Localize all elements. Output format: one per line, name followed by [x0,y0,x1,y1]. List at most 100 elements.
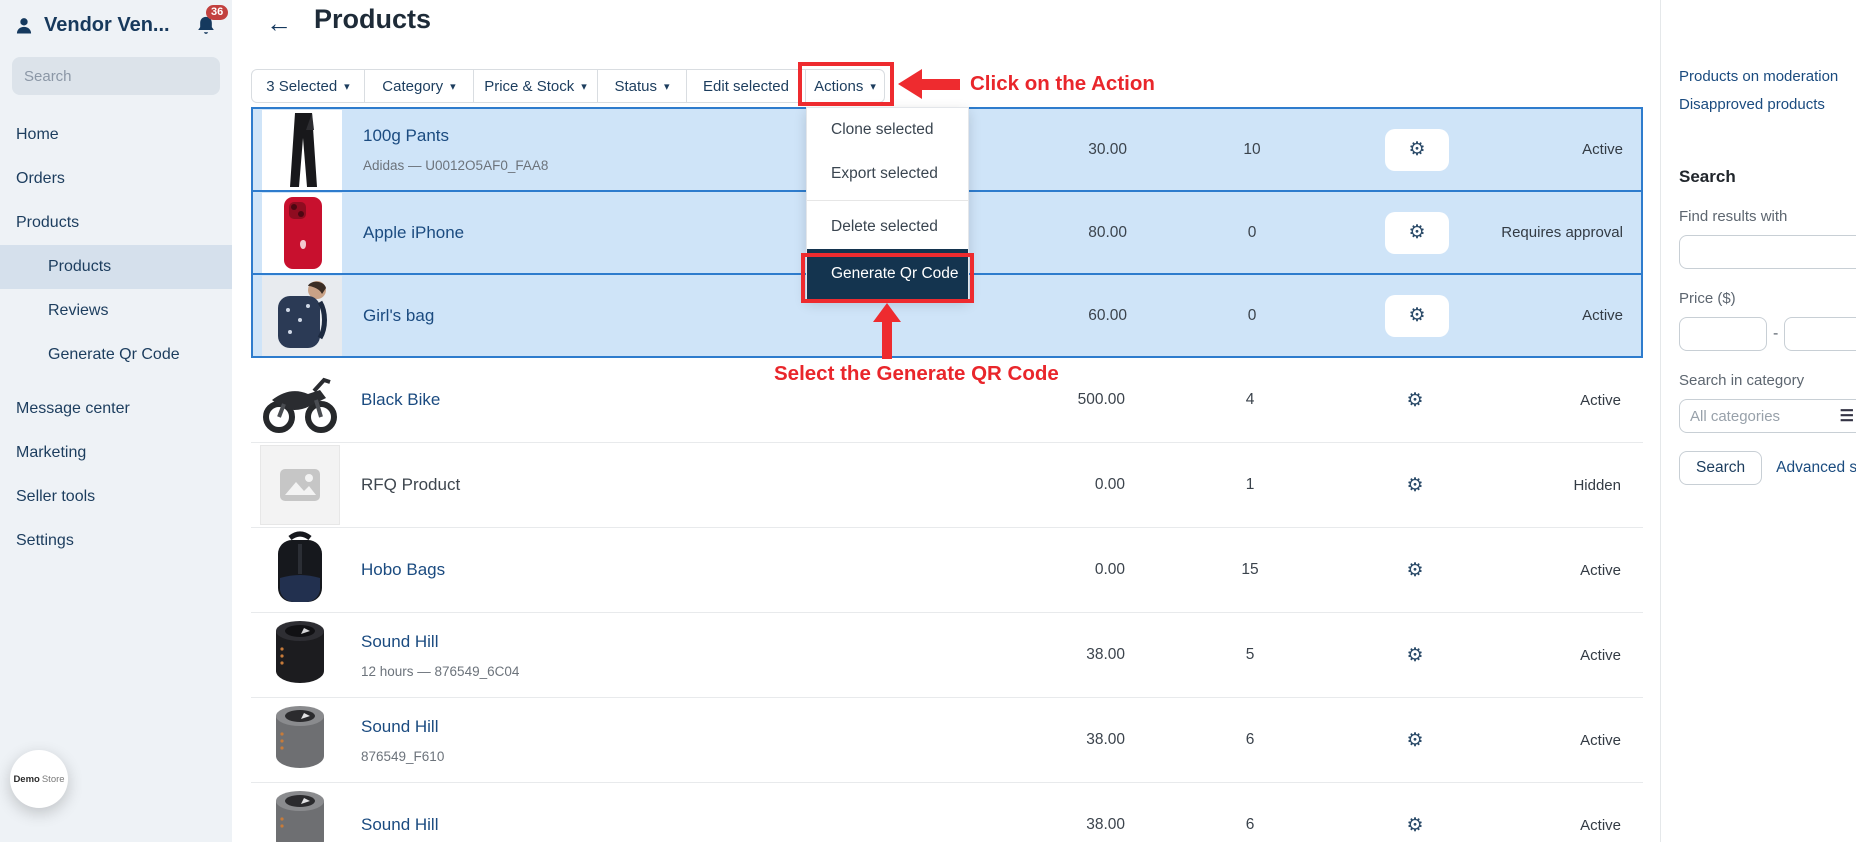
annotation-arrow-up-icon [873,303,901,322]
product-status: Active [1580,562,1643,579]
product-cell: Hobo Bags [361,560,843,580]
menu-item-clone-selected[interactable]: Clone selected [807,108,968,152]
sidebar-subitem-products[interactable]: Products [0,245,232,289]
product-name-link[interactable]: 100g Pants [363,126,845,146]
sidebar: Vendor Ven... 36 Home Orders Products Pr… [0,0,232,842]
row-settings-gear-button[interactable]: ⚙ [1385,295,1449,337]
product-name-link[interactable]: Sound Hill [361,717,843,737]
link-products-on-moderation[interactable]: Products on moderation [1679,68,1856,85]
table-row[interactable]: Sound Hill12 hours — 876549_6C04 38.00 5… [251,613,1643,698]
chevron-down-icon: ▾ [581,80,587,93]
notification-bell[interactable]: 36 [196,15,216,37]
menu-item-delete-selected[interactable]: Delete selected [807,205,968,249]
sidebar-item-seller-tools[interactable]: Seller tools [0,475,232,519]
actions-menu: Clone selected Export selected Delete se… [806,107,969,300]
row-settings-gear-button[interactable]: ⚙ [1383,719,1447,761]
page-title: Products [314,4,431,35]
product-quantity: 10 [1243,141,1260,159]
edit-selected-label: Edit selected [703,78,789,95]
sidebar-item-message-center[interactable]: Message center [0,387,232,431]
selected-count-dropdown[interactable]: 3 Selected▾ [251,69,365,103]
person-icon [14,16,34,36]
price-stock-filter-dropdown[interactable]: Price & Stock▾ [473,69,598,103]
find-results-input[interactable] [1679,235,1856,269]
row-settings-gear-button[interactable]: ⚙ [1383,464,1447,506]
price-label: Price ($) [1679,290,1856,307]
product-quantity: 15 [1241,561,1258,579]
logo-text-light: Store [42,774,65,785]
price-range-separator: - [1773,325,1778,343]
row-settings-gear-button[interactable]: ⚙ [1383,379,1447,421]
menu-item-export-selected[interactable]: Export selected [807,152,968,196]
table-row[interactable]: Sound Hill 38.00 6 ⚙ Active [251,783,1643,842]
sidebar-subitem-generate-qr-code[interactable]: Generate Qr Code [0,333,232,377]
product-name-link[interactable]: Black Bike [361,390,843,410]
product-name-link[interactable]: Apple iPhone [363,223,845,243]
actions-label: Actions [814,78,863,95]
product-thumbnail-gray-speaker [260,700,340,780]
product-status: Active [1580,392,1643,409]
vendor-profile[interactable]: Vendor Ven... 36 [0,0,232,37]
product-name-link[interactable]: Sound Hill [361,815,843,835]
row-settings-gear-button[interactable]: ⚙ [1383,634,1447,676]
category-filter-label: Category [382,78,443,95]
product-name-link[interactable]: Girl's bag [363,306,845,326]
product-status: Active [1580,647,1643,664]
product-price: 0.00 [1095,476,1125,494]
bulk-toolbar: 3 Selected▾ Category ▾ Price & Stock▾ Sta… [251,69,885,103]
category-select[interactable]: All categories ☰ [1679,399,1856,433]
vendor-name: Vendor Ven... [44,14,188,37]
product-thumbnail-pants [262,110,342,190]
row-settings-gear-button[interactable]: ⚙ [1383,549,1447,591]
chevron-down-icon: ▾ [664,80,670,93]
product-cell: Sound Hill 12 hours — 876549_6C04 [361,632,843,679]
price-max-input[interactable] [1784,317,1856,351]
row-settings-gear-button[interactable]: ⚙ [1385,129,1449,171]
sidebar-subitem-reviews[interactable]: Reviews [0,289,232,333]
edit-selected-button[interactable]: Edit selected [686,69,806,103]
sidebar-search[interactable] [12,57,220,95]
product-status: Active [1582,141,1645,158]
logo-text-bold: Demo [13,774,39,785]
chevron-down-icon: ▾ [344,80,350,93]
link-disapproved-products[interactable]: Disapproved products [1679,96,1856,113]
table-row[interactable]: Hobo Bags 0.00 15 ⚙ Active [251,528,1643,613]
advanced-search-link[interactable]: Advanced search [1776,459,1856,477]
chevron-down-icon: ▾ [870,80,876,93]
sidebar-search-input[interactable] [24,68,223,85]
price-range-row: - [1679,317,1856,351]
product-name-link[interactable]: Sound Hill [361,632,843,652]
product-thumbnail-gray-speaker [260,785,340,842]
chevron-down-icon: ▾ [450,80,456,93]
product-thumbnail-iphone [262,193,342,273]
table-row[interactable]: RFQ Product 0.00 1 ⚙ Hidden [251,443,1643,528]
actions-dropdown-button[interactable]: Actions ▾ [805,69,885,103]
row-settings-gear-button[interactable]: ⚙ [1383,804,1447,842]
product-quantity: 0 [1248,307,1257,325]
find-results-label: Find results with [1679,208,1856,225]
sidebar-item-products[interactable]: Products [0,201,232,245]
back-arrow-icon[interactable]: ← [266,8,292,39]
menu-list-icon: ☰ [1840,406,1854,426]
row-settings-gear-button[interactable]: ⚙ [1385,212,1449,254]
product-cell: RFQ Product [361,475,843,495]
sidebar-item-home[interactable]: Home [0,113,232,157]
product-name-link[interactable]: Hobo Bags [361,560,843,580]
product-status: Hidden [1573,477,1643,494]
sidebar-item-marketing[interactable]: Marketing [0,431,232,475]
product-thumbnail-girls-bag [262,276,342,356]
product-name-link[interactable]: RFQ Product [361,475,843,495]
sidebar-item-orders[interactable]: Orders [0,157,232,201]
table-row[interactable]: Sound Hill876549_F610 38.00 6 ⚙ Active [251,698,1643,783]
product-subtitle: 12 hours — 876549_6C04 [361,664,843,679]
category-filter-dropdown[interactable]: Category ▾ [364,69,474,103]
menu-item-generate-qr-code[interactable]: Generate Qr Code [807,249,968,299]
demo-store-logo[interactable]: Demo Store [10,750,68,808]
product-subtitle: 876549_F610 [361,749,843,764]
product-cell: 100g PantsAdidas — U0012O5AF0_FAA8 [363,126,845,173]
search-submit-button[interactable]: Search [1679,451,1762,485]
product-price: 30.00 [1088,141,1127,159]
sidebar-item-settings[interactable]: Settings [0,519,232,563]
status-filter-dropdown[interactable]: Status▾ [597,69,687,103]
price-min-input[interactable] [1679,317,1767,351]
